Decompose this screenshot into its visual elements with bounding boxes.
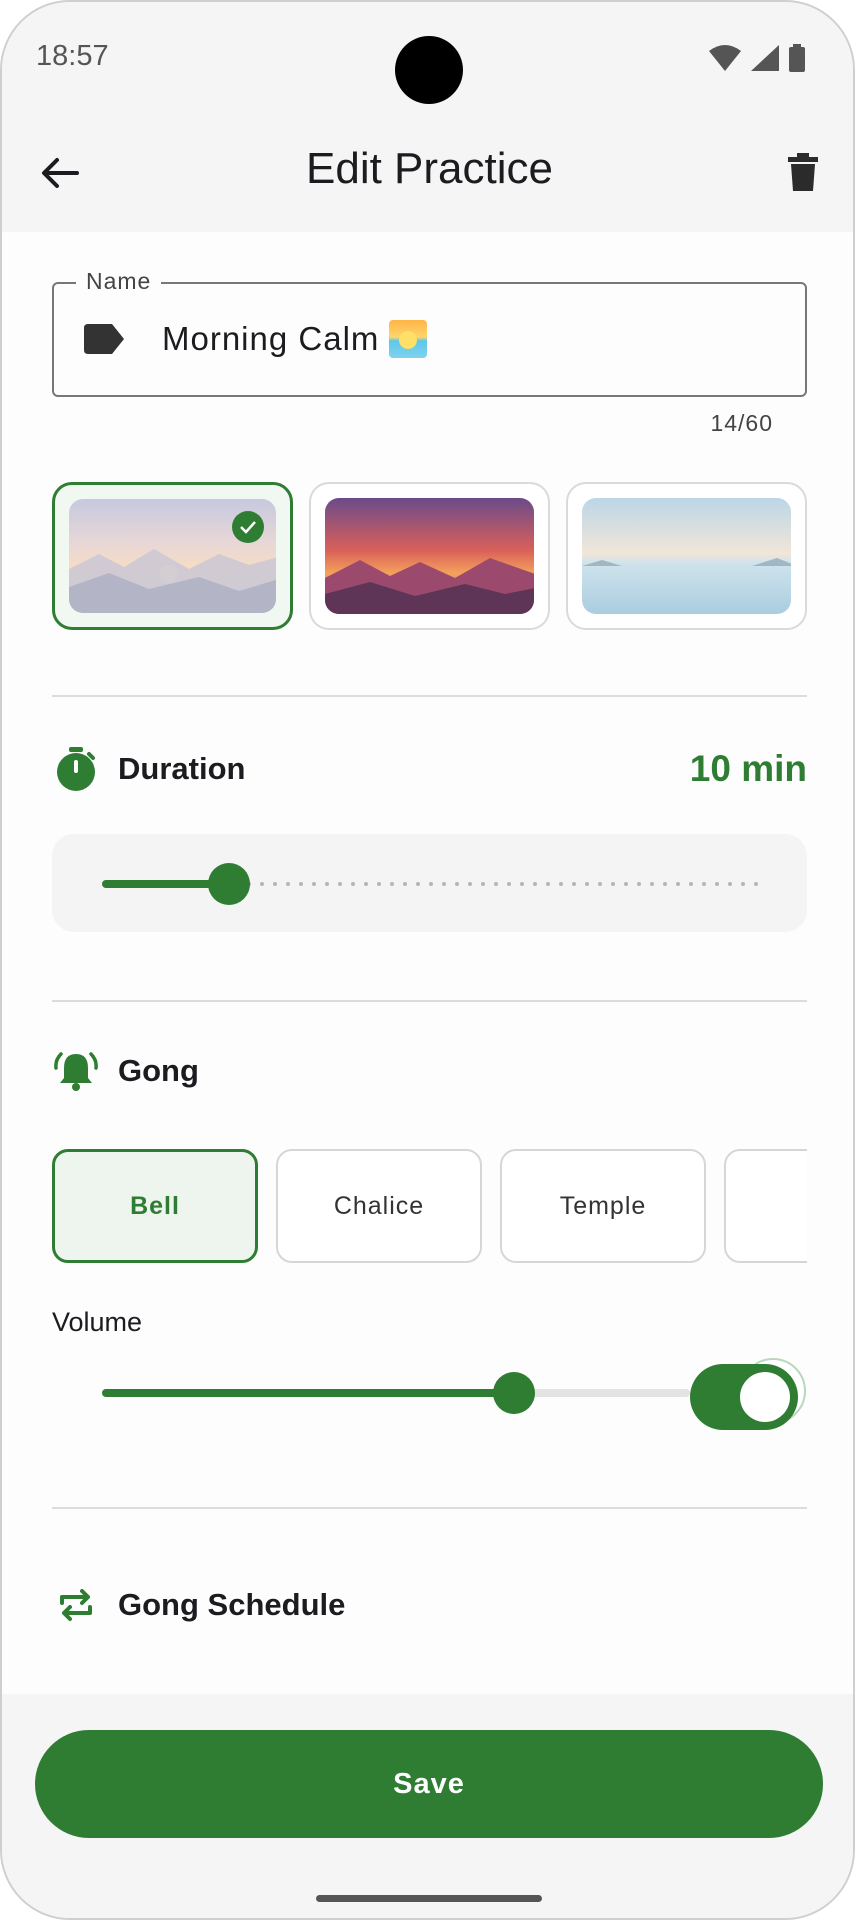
bottom-bar: Save bbox=[2, 1694, 853, 1918]
chip-more[interactable]: B bbox=[724, 1149, 807, 1263]
duration-tick bbox=[611, 882, 615, 886]
status-icons bbox=[709, 44, 805, 72]
name-field-label: Name bbox=[76, 268, 162, 295]
gong-title: Gong bbox=[118, 1053, 199, 1088]
duration-tick bbox=[416, 882, 420, 886]
duration-header: Duration 10 min bbox=[52, 744, 807, 794]
volume-slider-active-track bbox=[102, 1389, 514, 1397]
duration-tick bbox=[585, 882, 589, 886]
duration-tick bbox=[286, 882, 290, 886]
app-bar: Edit Practice bbox=[2, 112, 853, 232]
duration-tick bbox=[390, 882, 394, 886]
duration-tick bbox=[455, 882, 459, 886]
page-title: Edit Practice bbox=[306, 144, 553, 193]
duration-tick bbox=[689, 882, 693, 886]
duration-slider[interactable] bbox=[52, 834, 807, 932]
duration-tick bbox=[637, 882, 641, 886]
duration-tick bbox=[676, 882, 680, 886]
camera-cutout bbox=[395, 36, 463, 104]
duration-tick bbox=[507, 882, 511, 886]
duration-tick bbox=[338, 882, 342, 886]
theme-image-misty-sunrise bbox=[69, 499, 276, 613]
duration-tick bbox=[442, 882, 446, 886]
duration-tick bbox=[598, 882, 602, 886]
chip-bell[interactable]: Bell bbox=[52, 1149, 258, 1263]
duration-tick bbox=[624, 882, 628, 886]
bell-ringing-icon bbox=[52, 1047, 100, 1095]
duration-tick bbox=[429, 882, 433, 886]
divider bbox=[52, 1000, 807, 1002]
duration-tick bbox=[520, 882, 524, 886]
duration-tick bbox=[481, 882, 485, 886]
volume-slider[interactable] bbox=[102, 1389, 690, 1397]
duration-tick bbox=[715, 882, 719, 886]
gong-sound-chips: Bell Chalice Temple B bbox=[52, 1149, 807, 1263]
char-counter: 14/60 bbox=[710, 410, 773, 436]
theme-picker bbox=[52, 482, 807, 630]
selected-check-icon bbox=[232, 511, 264, 543]
home-indicator[interactable] bbox=[316, 1895, 542, 1902]
timer-icon bbox=[52, 745, 100, 793]
name-field-value: Morning Calm bbox=[162, 320, 380, 357]
phone-screen: 18:57 Edit Practice Name Morning Calm 14… bbox=[0, 0, 855, 1920]
cell-signal-icon bbox=[751, 45, 779, 71]
delete-button[interactable] bbox=[779, 148, 827, 196]
wifi-icon bbox=[709, 45, 741, 71]
duration-tick bbox=[559, 882, 563, 886]
battery-icon bbox=[789, 44, 805, 72]
duration-tick bbox=[468, 882, 472, 886]
duration-tick bbox=[650, 882, 654, 886]
duration-slider-thumb[interactable] bbox=[208, 863, 250, 905]
duration-tick bbox=[364, 882, 368, 886]
duration-tick bbox=[351, 882, 355, 886]
volume-label: Volume bbox=[52, 1307, 143, 1337]
duration-tick bbox=[572, 882, 576, 886]
volume-slider-thumb[interactable] bbox=[492, 1372, 535, 1414]
duration-tick bbox=[403, 882, 407, 886]
duration-title: Duration bbox=[118, 751, 246, 786]
duration-tick bbox=[299, 882, 303, 886]
duration-tick bbox=[325, 882, 329, 886]
duration-tick bbox=[377, 882, 381, 886]
duration-tick bbox=[728, 882, 732, 886]
toggle-knob bbox=[740, 1372, 790, 1422]
theme-image-sunset-mountains bbox=[325, 498, 534, 614]
repeat-icon bbox=[52, 1581, 100, 1629]
chip-chalice[interactable]: Chalice bbox=[276, 1149, 482, 1263]
name-field-value-row: Morning Calm bbox=[162, 320, 428, 358]
status-time: 18:57 bbox=[36, 40, 109, 72]
theme-card-calm-lake[interactable] bbox=[566, 482, 807, 630]
trash-icon bbox=[788, 153, 818, 191]
gong-schedule-toggle[interactable] bbox=[690, 1364, 798, 1430]
divider bbox=[52, 695, 807, 697]
duration-tick bbox=[533, 882, 537, 886]
status-bar: 18:57 bbox=[2, 2, 853, 112]
theme-card-misty-sunrise[interactable] bbox=[52, 482, 293, 630]
theme-card-sunset-mountains[interactable] bbox=[309, 482, 550, 630]
name-field[interactable]: Name Morning Calm bbox=[52, 268, 807, 397]
duration-tick bbox=[702, 882, 706, 886]
save-button[interactable]: Save bbox=[35, 1730, 823, 1838]
duration-tick bbox=[260, 882, 264, 886]
duration-value: 10 min bbox=[689, 748, 807, 789]
gong-schedule-header: Gong Schedule bbox=[52, 1580, 807, 1630]
theme-image-calm-lake bbox=[582, 498, 791, 614]
duration-tick bbox=[741, 882, 745, 886]
duration-tick bbox=[273, 882, 277, 886]
sunrise-emoji bbox=[389, 320, 428, 358]
divider bbox=[52, 1507, 807, 1509]
duration-tick bbox=[754, 882, 758, 886]
duration-tick bbox=[312, 882, 316, 886]
duration-tick bbox=[663, 882, 667, 886]
label-tag-icon bbox=[84, 324, 124, 354]
duration-tick bbox=[546, 882, 550, 886]
chip-temple[interactable]: Temple bbox=[500, 1149, 706, 1263]
gong-header: Gong bbox=[52, 1046, 807, 1096]
gong-schedule-title: Gong Schedule bbox=[118, 1587, 346, 1622]
duration-tick bbox=[494, 882, 498, 886]
